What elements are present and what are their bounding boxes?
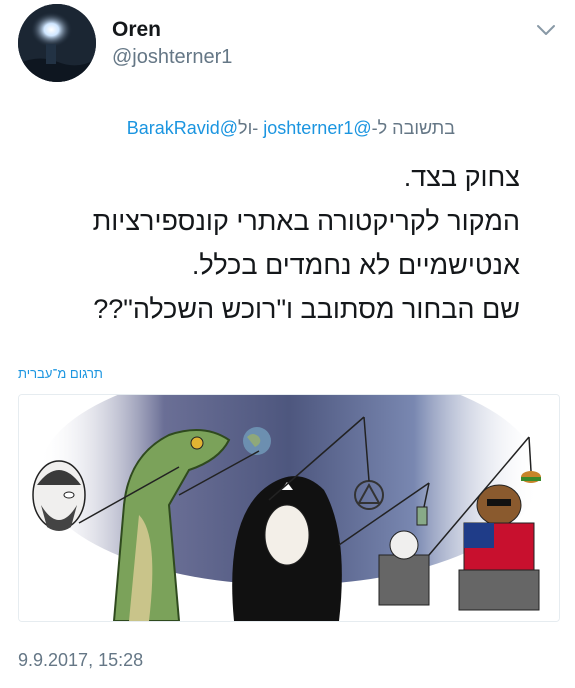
reply-mention-joshterner1[interactable]: @joshterner1 (263, 118, 371, 138)
author-handle[interactable]: @joshterner1 (112, 46, 232, 69)
avatar[interactable] (18, 4, 96, 82)
author-name[interactable]: Oren (112, 18, 161, 42)
translate-link[interactable]: תרגום מ־עברית (18, 366, 103, 381)
cartoon-illustration (19, 395, 559, 621)
tweet-line: המקור לקריקטורה באתרי קונספירציות (92, 206, 520, 236)
tweet-line: שם הבחור מסתובב ו"רוכש השכלה"?? (93, 294, 520, 324)
tweet-line: אנטישמיים לא נחמדים בכלל. (191, 250, 520, 280)
reply-context: בתשובה ל-@joshterner1 -ול@BarakRavid (127, 118, 455, 139)
tweet-media-image[interactable] (18, 394, 560, 622)
reply-joiner: -ול (238, 118, 259, 138)
tweet-timestamp[interactable]: 9.9.2017, 15:28 (18, 650, 143, 671)
chevron-down-icon[interactable] (534, 20, 558, 40)
reply-mention-barakravid[interactable]: @BarakRavid (127, 118, 238, 138)
tweet-line: צחוק בצד. (403, 162, 520, 192)
tweet-text: צחוק בצד. המקור לקריקטורה באתרי קונספירצ… (20, 155, 520, 331)
reply-prefix: בתשובה ל- (371, 118, 455, 138)
avatar-image (18, 4, 96, 82)
